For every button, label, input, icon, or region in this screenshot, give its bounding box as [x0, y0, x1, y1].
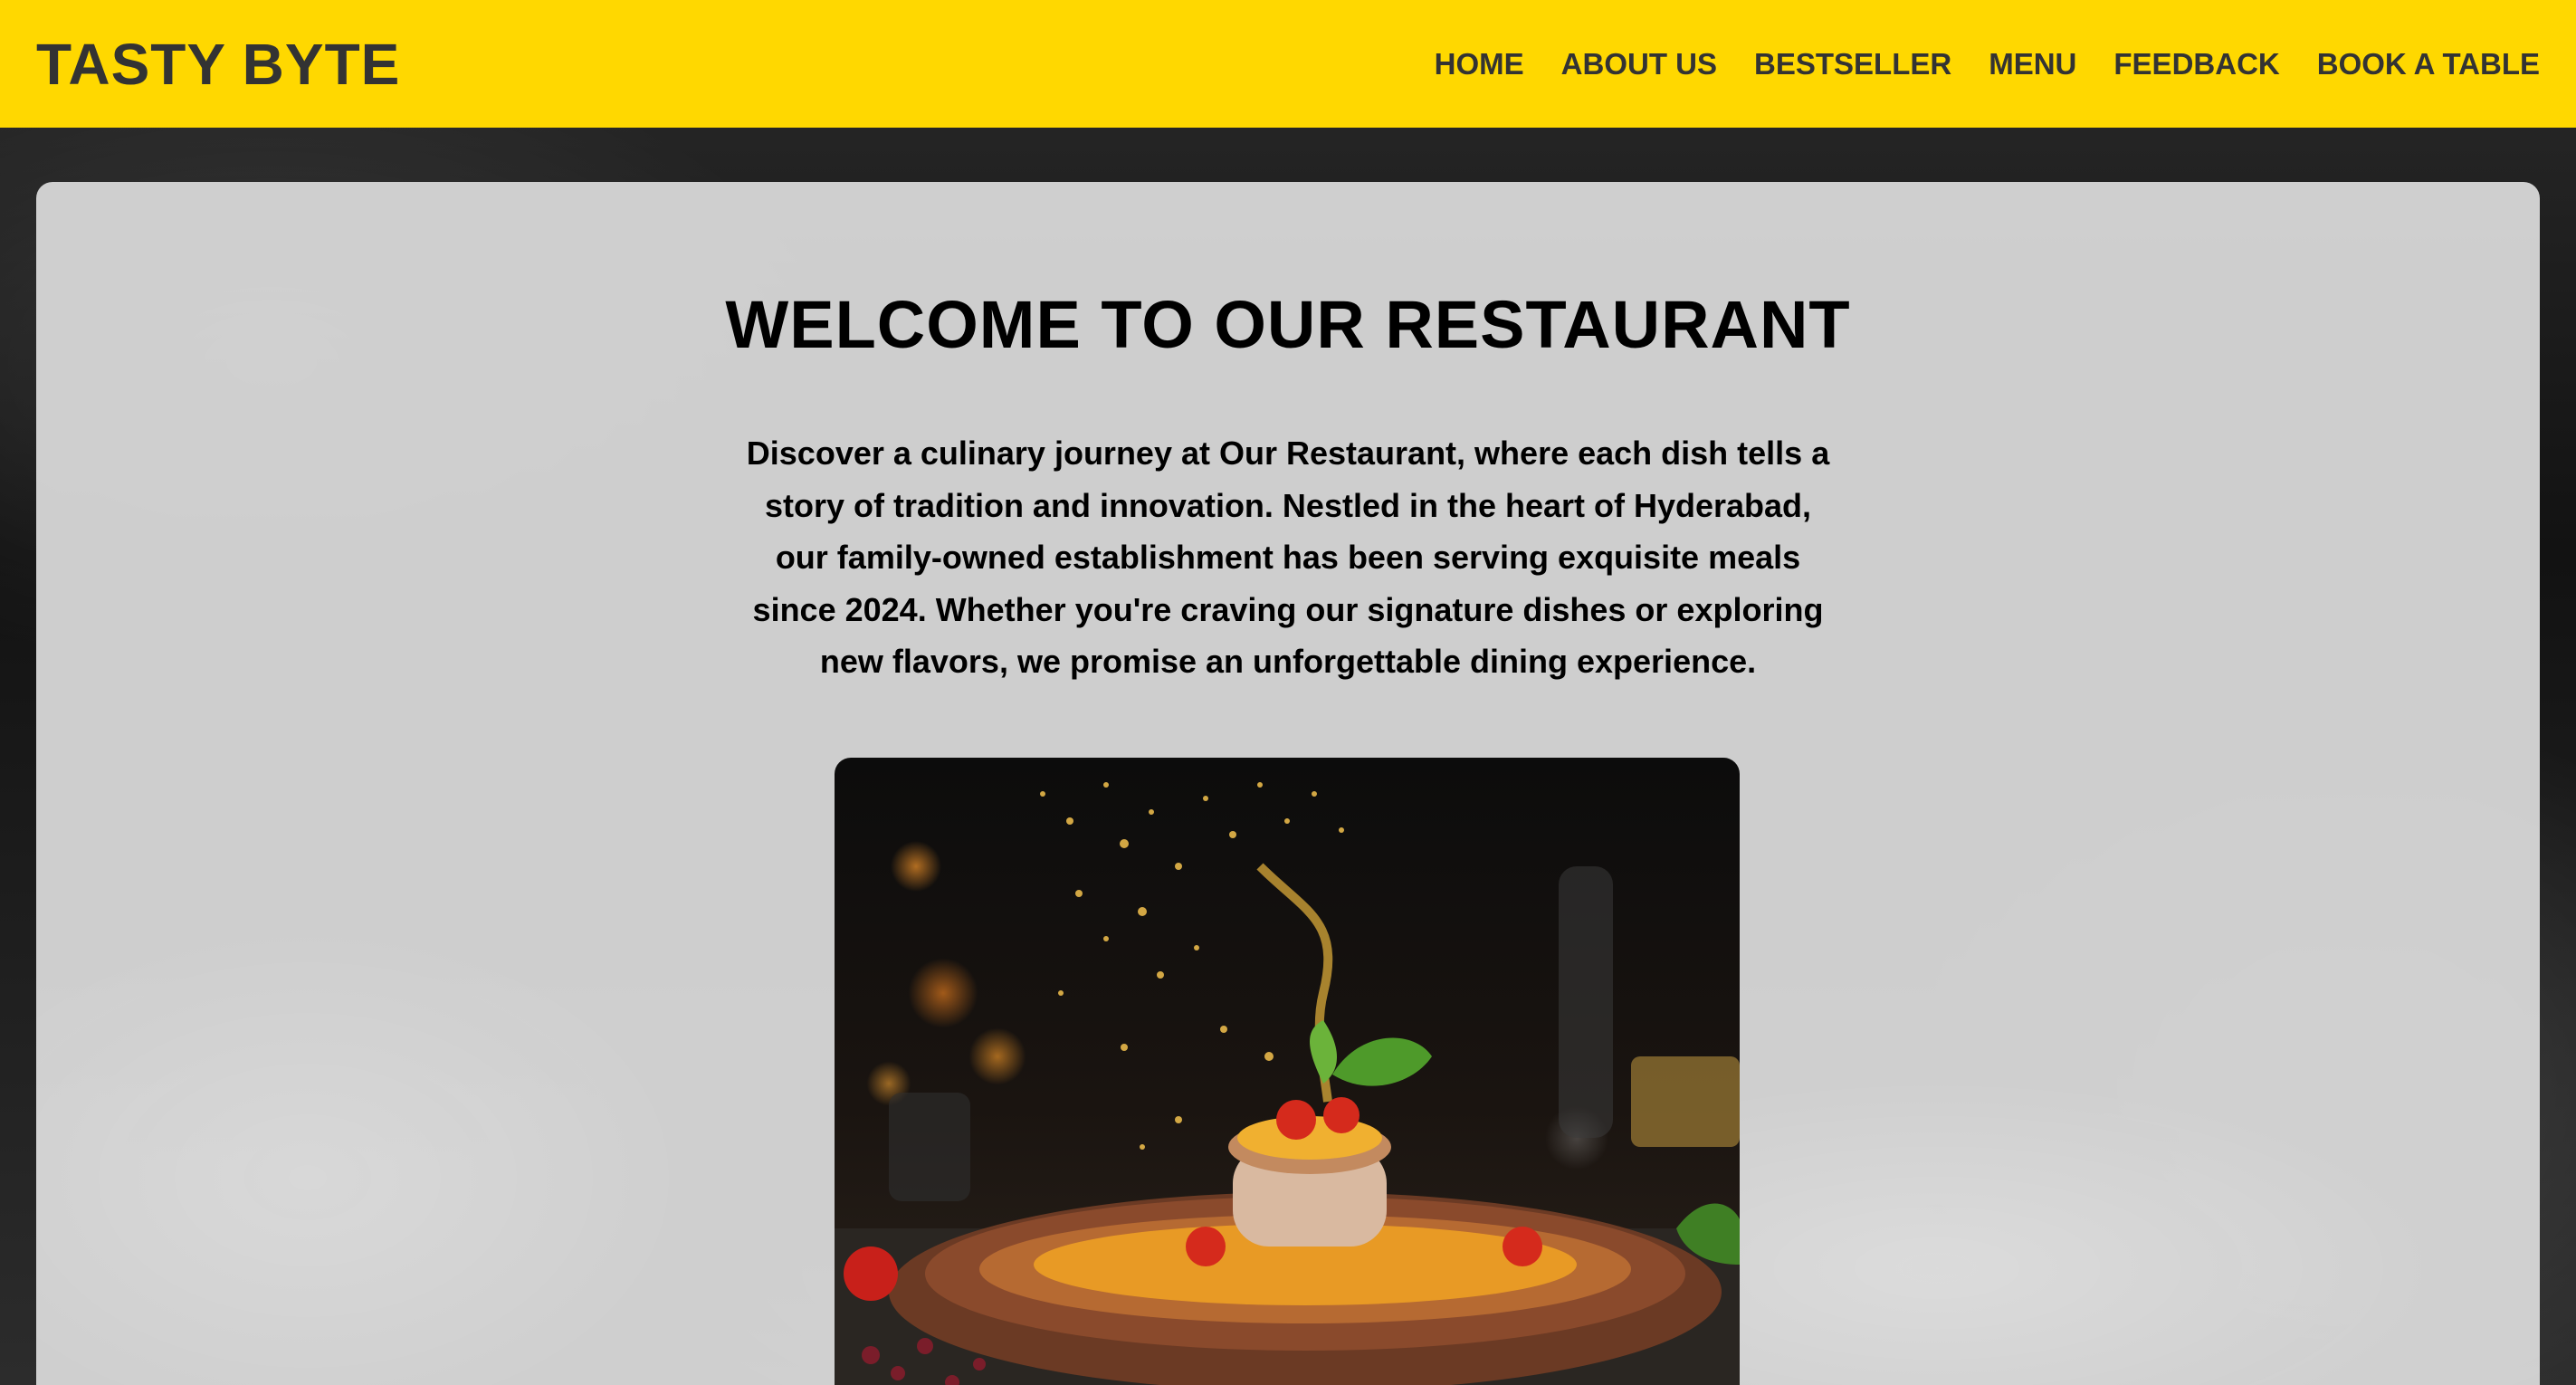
brand-logo[interactable]: TASTY BYTE	[36, 31, 400, 98]
welcome-heading: WELCOME TO OUR RESTAURANT	[725, 287, 1851, 362]
featured-dish-image	[835, 758, 1740, 1385]
nav-about-link[interactable]: ABOUT US	[1561, 47, 1717, 81]
nav-feedback-link[interactable]: FEEDBACK	[2113, 47, 2279, 81]
welcome-intro-text: Discover a culinary journey at Our Resta…	[746, 435, 1830, 680]
nav-menu-link[interactable]: MENU	[1989, 47, 2076, 81]
top-navbar: TASTY BYTE HOME ABOUT US BESTSELLER MENU…	[0, 0, 2576, 128]
nav-home-link[interactable]: HOME	[1435, 47, 1524, 81]
nav-bestseller-link[interactable]: BESTSELLER	[1754, 47, 1951, 81]
nav-book-table-link[interactable]: BOOK A TABLE	[2317, 47, 2540, 81]
welcome-panel: WELCOME TO OUR RESTAURANT Discover a cul…	[36, 182, 2540, 1385]
main-nav: HOME ABOUT US BESTSELLER MENU FEEDBACK B…	[1435, 47, 2540, 81]
